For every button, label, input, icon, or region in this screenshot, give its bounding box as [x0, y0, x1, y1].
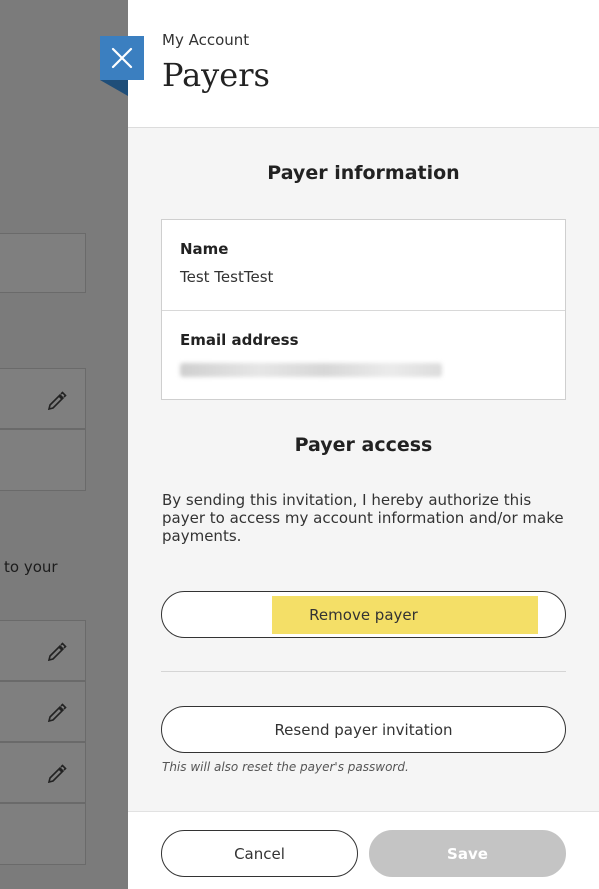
- background-field: [0, 620, 86, 681]
- email-label: Email address: [180, 331, 299, 349]
- background-field: [0, 681, 86, 742]
- pencil-icon: [47, 764, 67, 783]
- name-label: Name: [180, 240, 229, 258]
- payer-access-heading: Payer access: [294, 434, 433, 456]
- save-label: Save: [447, 844, 488, 863]
- remove-payer-label: Remove payer: [309, 605, 418, 624]
- email-row: Email address: [162, 310, 565, 400]
- close-button[interactable]: [100, 36, 144, 80]
- page-title: Payers: [162, 56, 270, 94]
- pencil-icon: [47, 391, 67, 410]
- authorization-text: By sending this invitation, I hereby aut…: [162, 491, 564, 545]
- resend-invitation-button[interactable]: Resend payer invitation: [161, 706, 566, 753]
- email-value-redacted: [180, 363, 442, 377]
- reset-password-note: This will also reset the payer's passwor…: [162, 760, 409, 774]
- background-field: [0, 742, 86, 803]
- save-button[interactable]: Save: [369, 830, 566, 877]
- remove-payer-button[interactable]: Remove payer: [161, 591, 566, 638]
- background-field: [0, 368, 86, 429]
- background-field: [0, 803, 86, 865]
- background-page: to your: [0, 0, 128, 889]
- breadcrumb: My Account: [162, 31, 250, 49]
- payers-panel: My Account Payers Payer information Name…: [128, 0, 599, 889]
- payer-info-card: Name Test TestTest Email address: [161, 219, 566, 400]
- close-icon: [111, 47, 133, 69]
- background-field: [0, 233, 86, 293]
- panel-header: My Account Payers: [128, 0, 599, 128]
- divider: [161, 671, 566, 672]
- cancel-button[interactable]: Cancel: [161, 830, 358, 877]
- close-tab[interactable]: [100, 36, 144, 98]
- resend-invitation-label: Resend payer invitation: [274, 720, 453, 739]
- payer-information-heading: Payer information: [267, 162, 460, 184]
- name-row: Name Test TestTest: [162, 220, 565, 310]
- name-value: Test TestTest: [180, 268, 274, 286]
- close-tab-fold: [100, 80, 128, 96]
- pencil-icon: [47, 642, 67, 661]
- cancel-label: Cancel: [234, 844, 285, 863]
- background-text: to your: [4, 558, 58, 576]
- background-field: [0, 429, 86, 491]
- panel-footer: Cancel Save: [128, 811, 599, 889]
- pencil-icon: [47, 703, 67, 722]
